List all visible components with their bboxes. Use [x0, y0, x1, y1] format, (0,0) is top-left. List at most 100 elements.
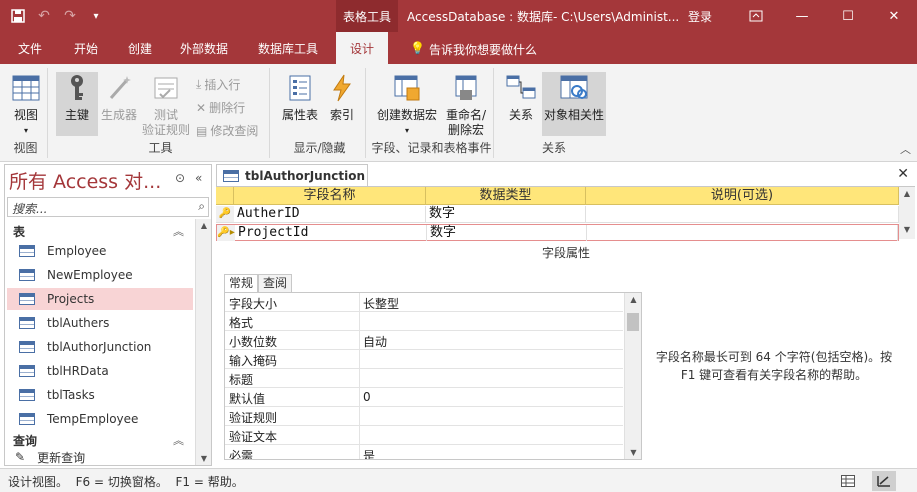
field-name-cell[interactable]: AutherID — [234, 206, 426, 222]
modify-lookups-button[interactable]: ▤ 修改查阅 — [196, 122, 258, 139]
collapse-ribbon-icon[interactable]: ︿ — [900, 141, 911, 157]
create-data-macros-button[interactable]: 创建数据宏 ▾ — [374, 72, 440, 138]
undo-icon[interactable]: ↶ — [34, 6, 54, 26]
tab-create[interactable]: 创建 — [128, 32, 152, 64]
chevron-down-icon: ▾ — [404, 126, 409, 135]
nav-item-table[interactable]: Employee — [7, 240, 193, 262]
description-cell[interactable] — [586, 206, 899, 222]
property-value[interactable]: 0 — [363, 390, 371, 404]
grid-scrollbar[interactable]: ▲ ▼ — [899, 187, 915, 239]
nav-item-table[interactable]: TempEmployee — [7, 408, 193, 430]
table-row[interactable]: 🔑 AutherID 数字 — [216, 206, 899, 223]
document-tab[interactable]: tblAuthorJunction — [216, 164, 368, 186]
tab-lookup[interactable]: 查阅 — [258, 274, 293, 292]
lightbulb-icon: 💡 — [410, 41, 425, 55]
nav-item-table[interactable]: tblAuthorJunction — [7, 336, 193, 358]
nav-item-table-selected[interactable]: Projects — [7, 288, 193, 310]
shutter-bar-close-icon[interactable]: « — [195, 171, 202, 185]
tell-me-box[interactable]: 💡 告诉我你想要做什么 — [410, 41, 537, 58]
nav-item-table[interactable]: tblAuthers — [7, 312, 193, 334]
description-cell[interactable] — [587, 225, 898, 241]
nav-item-query[interactable]: ✎ 更新查询 — [7, 449, 193, 465]
property-row[interactable]: 验证文本 — [225, 426, 623, 445]
property-value[interactable]: 长整型 — [363, 295, 399, 312]
object-dependencies-button[interactable]: 对象相关性 — [542, 72, 606, 136]
nav-search-input[interactable]: 搜索... ⌕ — [7, 197, 209, 217]
delete-rows-button[interactable]: ✕ 删除行 — [196, 99, 245, 116]
nav-section-queries[interactable]: 查询 — [13, 432, 37, 449]
design-view-status-icon[interactable] — [872, 471, 896, 491]
field-name-cell[interactable]: ProjectId — [235, 225, 427, 241]
group-label-tools: 工具 — [148, 141, 173, 155]
search-icon[interactable]: ⌕ — [198, 199, 205, 214]
primary-key-button[interactable]: 主键 — [56, 72, 98, 136]
properties-scrollbar[interactable]: ▲ ▼ — [624, 293, 641, 459]
maximize-button[interactable]: ☐ — [825, 0, 871, 32]
test-rules-label-1: 测试 — [153, 108, 178, 122]
property-row[interactable]: 标题 — [225, 369, 623, 388]
property-row[interactable]: 验证规则 — [225, 407, 623, 426]
scroll-up-icon[interactable]: ▲ — [196, 221, 212, 230]
save-icon[interactable] — [8, 6, 28, 26]
nav-item-table[interactable]: tblHRData — [7, 360, 193, 382]
tab-database-tools[interactable]: 数据库工具 — [258, 32, 318, 64]
collapse-section-icon[interactable]: ︽ — [173, 223, 184, 239]
nav-item-table[interactable]: tblTasks — [7, 384, 193, 406]
rename-delete-macro-button[interactable]: 重命名/ 删除宏 — [442, 72, 490, 138]
tab-home[interactable]: 开始 — [74, 32, 98, 64]
nav-menu-chevron-icon[interactable]: ⊙ — [175, 171, 185, 185]
status-bar: 设计视图。 F6 = 切换窗格。 F1 = 帮助。 — [0, 468, 917, 492]
indexes-button[interactable]: 索引 — [324, 72, 360, 123]
property-value[interactable]: 是 — [363, 447, 375, 459]
table-row-current[interactable]: 🔑▸ ProjectId 数字 — [216, 224, 899, 241]
insert-rows-button[interactable]: ⤓ 插入行 — [196, 76, 240, 93]
column-header-description: 说明(可选) — [586, 187, 899, 205]
row-selector-header[interactable] — [216, 187, 234, 205]
view-button[interactable]: 视图 ▾ — [6, 72, 46, 138]
property-row[interactable]: 小数位数 自动 — [225, 331, 623, 350]
datasheet-view-status-icon[interactable] — [836, 471, 860, 491]
redo-icon[interactable]: ↷ — [60, 6, 80, 26]
close-button[interactable]: ✕ — [871, 0, 917, 32]
nav-item-table[interactable]: NewEmployee — [7, 264, 193, 286]
close-document-icon[interactable]: ✕ — [897, 166, 909, 182]
ribbon-display-options-icon[interactable] — [733, 0, 779, 32]
nav-section-tables[interactable]: 表 — [13, 223, 25, 240]
scroll-down-icon[interactable]: ▼ — [196, 454, 212, 463]
property-value[interactable]: 自动 — [363, 333, 387, 350]
property-row[interactable]: 输入掩码 — [225, 350, 623, 369]
table-icon — [19, 413, 35, 425]
nav-scrollbar[interactable]: ▲ ▼ — [195, 219, 211, 465]
primary-key-indicator-icon[interactable]: 🔑 — [216, 206, 234, 222]
rename-macro-icon — [450, 72, 482, 104]
table-design-document: tblAuthorJunction ✕ 字段名称 数据类型 说明(可选) 🔑 A… — [216, 164, 915, 466]
property-row[interactable]: 默认值 0 — [225, 388, 623, 407]
tab-general[interactable]: 常规 — [224, 274, 259, 292]
scroll-up-icon[interactable]: ▲ — [899, 189, 915, 198]
data-type-cell[interactable]: 数字 — [426, 206, 586, 222]
property-row[interactable]: 必需 是 — [225, 445, 623, 459]
tab-design[interactable]: 设计 — [336, 32, 389, 64]
nav-item-label: tblAuthorJunction — [47, 340, 152, 354]
minimize-button[interactable]: — — [779, 0, 825, 32]
login-link[interactable]: 登录 — [688, 8, 712, 25]
scroll-up-icon[interactable]: ▲ — [625, 295, 641, 304]
scroll-down-icon[interactable]: ▼ — [625, 448, 641, 457]
tab-file[interactable]: 文件 — [18, 32, 42, 64]
scroll-thumb[interactable] — [627, 313, 639, 331]
nav-pane-title[interactable]: 所有 Access 对... — [9, 167, 161, 194]
nav-item-label: TempEmployee — [47, 412, 139, 426]
property-sheet-button[interactable]: 属性表 — [278, 72, 322, 123]
property-row[interactable]: 字段大小 长整型 — [225, 293, 623, 312]
ribbon-group-views: 视图 ▾ 视图 — [4, 68, 48, 158]
test-validation-rules-button[interactable]: 测试 验证规则 — [140, 72, 192, 138]
data-type-cell[interactable]: 数字 — [427, 225, 587, 241]
relationships-button[interactable]: 关系 — [502, 72, 540, 123]
customize-qat-icon[interactable]: ▾ — [86, 6, 106, 26]
builder-button[interactable]: 生成器 — [100, 72, 138, 123]
collapse-section-icon[interactable]: ︽ — [173, 432, 184, 448]
current-row-key-icon[interactable]: 🔑▸ — [217, 225, 235, 241]
property-row[interactable]: 格式 — [225, 312, 623, 331]
scroll-down-icon[interactable]: ▼ — [899, 225, 915, 234]
tab-external-data[interactable]: 外部数据 — [180, 32, 228, 64]
